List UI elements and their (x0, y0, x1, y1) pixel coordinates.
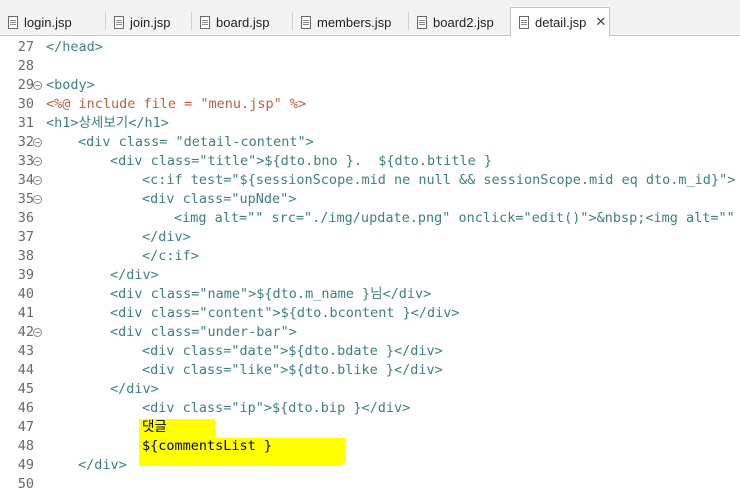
tab-label: detail.jsp (535, 15, 587, 30)
close-icon[interactable]: ✕ (595, 15, 606, 30)
code-text: <div class= "detail-content"> (78, 134, 314, 150)
code-text: </div> (142, 229, 191, 245)
line-number: 46 (17, 400, 34, 416)
code-text: </head> (46, 39, 103, 55)
code-line: 50 (0, 475, 740, 494)
code-text: ${commentsList } (142, 438, 273, 454)
fold-toggle-icon[interactable]: − (33, 138, 42, 147)
code-line: 38 </c:if> (0, 247, 740, 266)
code-text: </div> (110, 267, 159, 283)
code-line: 33 − <div class="title">${dto.bno }. ${d… (0, 152, 740, 171)
code-text: <div class="date">${dto.bdate }</div> (142, 343, 443, 359)
code-line: 31 <h1>상세보기</h1> (0, 114, 740, 133)
code-line: 39 </div> (0, 266, 740, 285)
tab-members-jsp[interactable]: members.jsp (293, 8, 408, 36)
line-number: 50 (17, 476, 34, 492)
line-number: 37 (17, 229, 34, 245)
tab-join-jsp[interactable]: join.jsp (106, 8, 191, 36)
line-number: 47 (17, 419, 34, 435)
code-line: 37 </div> (0, 228, 740, 247)
code-text: <body> (46, 77, 95, 93)
code-line: 36 <img alt="" src="./img/update.png" on… (0, 209, 740, 228)
code-text: </div> (110, 381, 159, 397)
line-number: 36 (17, 210, 34, 226)
fold-toggle-icon[interactable]: − (33, 157, 42, 166)
line-number: 43 (17, 343, 34, 359)
code-line: 35 − <div class="upNde"> (0, 190, 740, 209)
jsp-file-icon (301, 15, 311, 29)
line-number: 31 (17, 115, 34, 131)
tab-detail-jsp[interactable]: detail.jsp ✕ (510, 7, 610, 37)
code-line: 29 − <body> (0, 76, 740, 95)
code-text: <div class="ip">${dto.bip }</div> (142, 400, 411, 416)
code-line: 30 <%@ include file = "menu.jsp" %> (0, 95, 740, 114)
line-number: 45 (17, 381, 34, 397)
jsp-file-icon (200, 15, 210, 29)
editor-tab-bar: login.jsp join.jsp board.jsp members.jsp… (0, 0, 740, 37)
code-line: 43 <div class="date">${dto.bdate }</div> (0, 342, 740, 361)
line-number: 35 (17, 191, 34, 207)
line-number: 44 (17, 362, 34, 378)
tab-label: members.jsp (317, 14, 392, 30)
fold-toggle-icon[interactable]: − (33, 176, 42, 185)
code-text: <%@ include file = "menu.jsp" %> (46, 96, 307, 112)
line-number: 28 (17, 58, 34, 74)
code-line: 27 </head> (0, 38, 740, 57)
code-line: 48 ${commentsList } (0, 437, 740, 456)
code-text: <div class="title">${dto.bno }. ${dto.bt… (110, 153, 493, 169)
code-text: <div class="name">${dto.m_name }님</div> (110, 286, 432, 302)
line-number: 41 (17, 305, 34, 321)
tab-label: join.jsp (130, 14, 171, 30)
code-text: <div class="content">${dto.bcontent }</d… (110, 305, 460, 321)
line-number: 33 (17, 153, 34, 169)
code-text: 댓글 (142, 419, 167, 435)
code-line: 28 (0, 57, 740, 76)
tab-board2-jsp[interactable]: board2.jsp (409, 8, 509, 36)
jsp-file-icon (8, 15, 18, 29)
code-line: 42 − <div class="under-bar"> (0, 323, 740, 342)
line-number: 29 (17, 77, 34, 93)
line-number: 40 (17, 286, 34, 302)
fold-toggle-icon[interactable]: − (33, 328, 42, 337)
line-number: 30 (17, 96, 34, 112)
code-line: 40 <div class="name">${dto.m_name }님</di… (0, 285, 740, 304)
code-line: 34 − <c:if test="${sessionScope.mid ne n… (0, 171, 740, 190)
line-number: 39 (17, 267, 34, 283)
jsp-file-icon (417, 15, 427, 29)
code-text: </c:if> (142, 248, 199, 264)
jsp-file-icon (114, 15, 124, 29)
code-line: 44 <div class="like">${dto.blike }</div> (0, 361, 740, 380)
code-text: <img alt="" src="./img/update.png" oncli… (174, 210, 740, 226)
code-line: 45 </div> (0, 380, 740, 399)
jsp-file-icon (519, 16, 529, 29)
code-line: 46 <div class="ip">${dto.bip }</div> (0, 399, 740, 418)
tab-label: login.jsp (24, 14, 72, 30)
code-editor[interactable]: 27 </head> 28 29 − <body> 30 <%@ include… (0, 36, 740, 492)
line-number: 49 (17, 457, 34, 473)
code-text: <h1>상세보기</h1> (46, 115, 169, 131)
fold-toggle-icon[interactable]: − (33, 195, 42, 204)
tab-label: board2.jsp (433, 14, 494, 30)
code-text: <div class="under-bar"> (110, 324, 297, 340)
line-number: 27 (17, 39, 34, 55)
code-text: </div> (78, 457, 127, 473)
code-line: 32 − <div class= "detail-content"> (0, 133, 740, 152)
code-line: 41 <div class="content">${dto.bcontent }… (0, 304, 740, 323)
code-text: <div class="like">${dto.blike }</div> (142, 362, 443, 378)
code-line: 47 댓글 (0, 418, 740, 437)
tab-board-jsp[interactable]: board.jsp (192, 8, 292, 36)
line-number: 38 (17, 248, 34, 264)
line-number: 34 (17, 172, 34, 188)
code-text: <c:if test="${sessionScope.mid ne null &… (142, 172, 736, 188)
line-number: 48 (17, 438, 34, 454)
tab-login-jsp[interactable]: login.jsp (0, 8, 105, 36)
line-number: 42 (17, 324, 34, 340)
line-number: 32 (17, 134, 34, 150)
tab-label: board.jsp (216, 14, 270, 30)
fold-toggle-icon[interactable]: − (33, 81, 42, 90)
code-line: 49 </div> (0, 456, 740, 475)
code-text: <div class="upNde"> (142, 191, 297, 207)
